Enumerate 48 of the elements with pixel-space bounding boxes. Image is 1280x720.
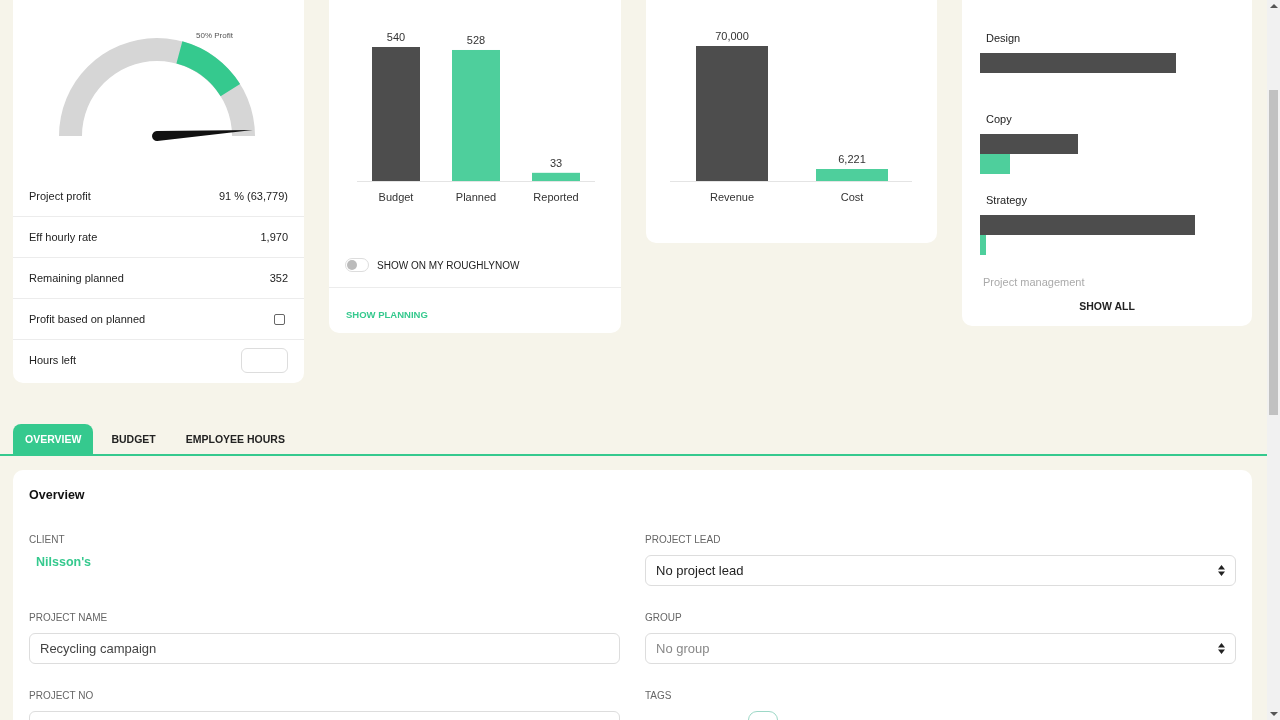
field-label: PROJECT NO — [29, 690, 95, 701]
scrollbar-thumb[interactable] — [1269, 90, 1278, 415]
axis-label: Cost — [840, 191, 864, 203]
field-label: GROUP — [645, 612, 683, 623]
bar-value-label: 528 — [466, 34, 486, 46]
field-label: PROJECT LEAD — [645, 534, 722, 545]
activity-label: Copy — [986, 113, 1012, 125]
field-label: TAGS — [645, 690, 673, 701]
chart-bar — [532, 172, 580, 181]
chart-bar — [816, 169, 888, 181]
select-field[interactable]: No project lead — [645, 555, 1236, 586]
axis-label: Revenue — [710, 191, 754, 203]
scrollbar[interactable] — [1267, 0, 1280, 720]
bar-value-label: 6,221 — [838, 153, 866, 165]
stat-value: 352 — [269, 272, 288, 284]
field-label: CLIENT — [29, 534, 66, 545]
bar-value-label: 540 — [386, 31, 406, 43]
section-title: Overview — [29, 488, 86, 502]
scroll-up-icon[interactable] — [1270, 4, 1278, 8]
stat-value: 91 % (63,779) — [218, 190, 288, 202]
stat-label: Remaining planned — [29, 272, 124, 284]
stat-label: Hours left — [29, 354, 77, 366]
axis-label: Planned — [455, 191, 497, 203]
stat-label: Eff hourly rate — [29, 231, 98, 243]
bar-value-label: 70,000 — [715, 30, 749, 42]
activity-label: Project management — [982, 276, 1086, 290]
stat-label: Profit based on planned — [29, 313, 146, 325]
toggle-label: SHOW ON MY ROUGHLYNOW — [377, 259, 520, 271]
gauge-label: 50% Profit — [196, 31, 233, 40]
dropdown-arrows-icon — [1218, 565, 1225, 576]
stat-label: Project profit — [29, 190, 91, 202]
input-field[interactable] — [241, 347, 288, 373]
tab[interactable]: EMPLOYEE HOURS — [173, 424, 297, 454]
activity-label: Strategy — [986, 194, 1027, 206]
checkbox[interactable] — [274, 313, 285, 325]
show-all-button[interactable]: SHOW ALL — [1073, 298, 1141, 314]
dropdown-arrows-icon — [1218, 643, 1225, 654]
toggle-switch[interactable] — [345, 258, 369, 272]
activity-label: Design — [986, 32, 1021, 44]
bar-value-label: 33 — [549, 156, 563, 169]
tab[interactable]: BUDGET — [99, 424, 168, 454]
input-field[interactable]: Recycling campaign — [29, 633, 620, 664]
field-label: PROJECT NAME — [29, 612, 109, 623]
axis-label: Reported — [533, 191, 579, 203]
stat-value: 1,970 — [260, 231, 288, 243]
scroll-down-icon[interactable] — [1270, 712, 1278, 716]
axis-label: Budget — [378, 191, 414, 203]
select-field[interactable]: No group — [645, 633, 1236, 664]
